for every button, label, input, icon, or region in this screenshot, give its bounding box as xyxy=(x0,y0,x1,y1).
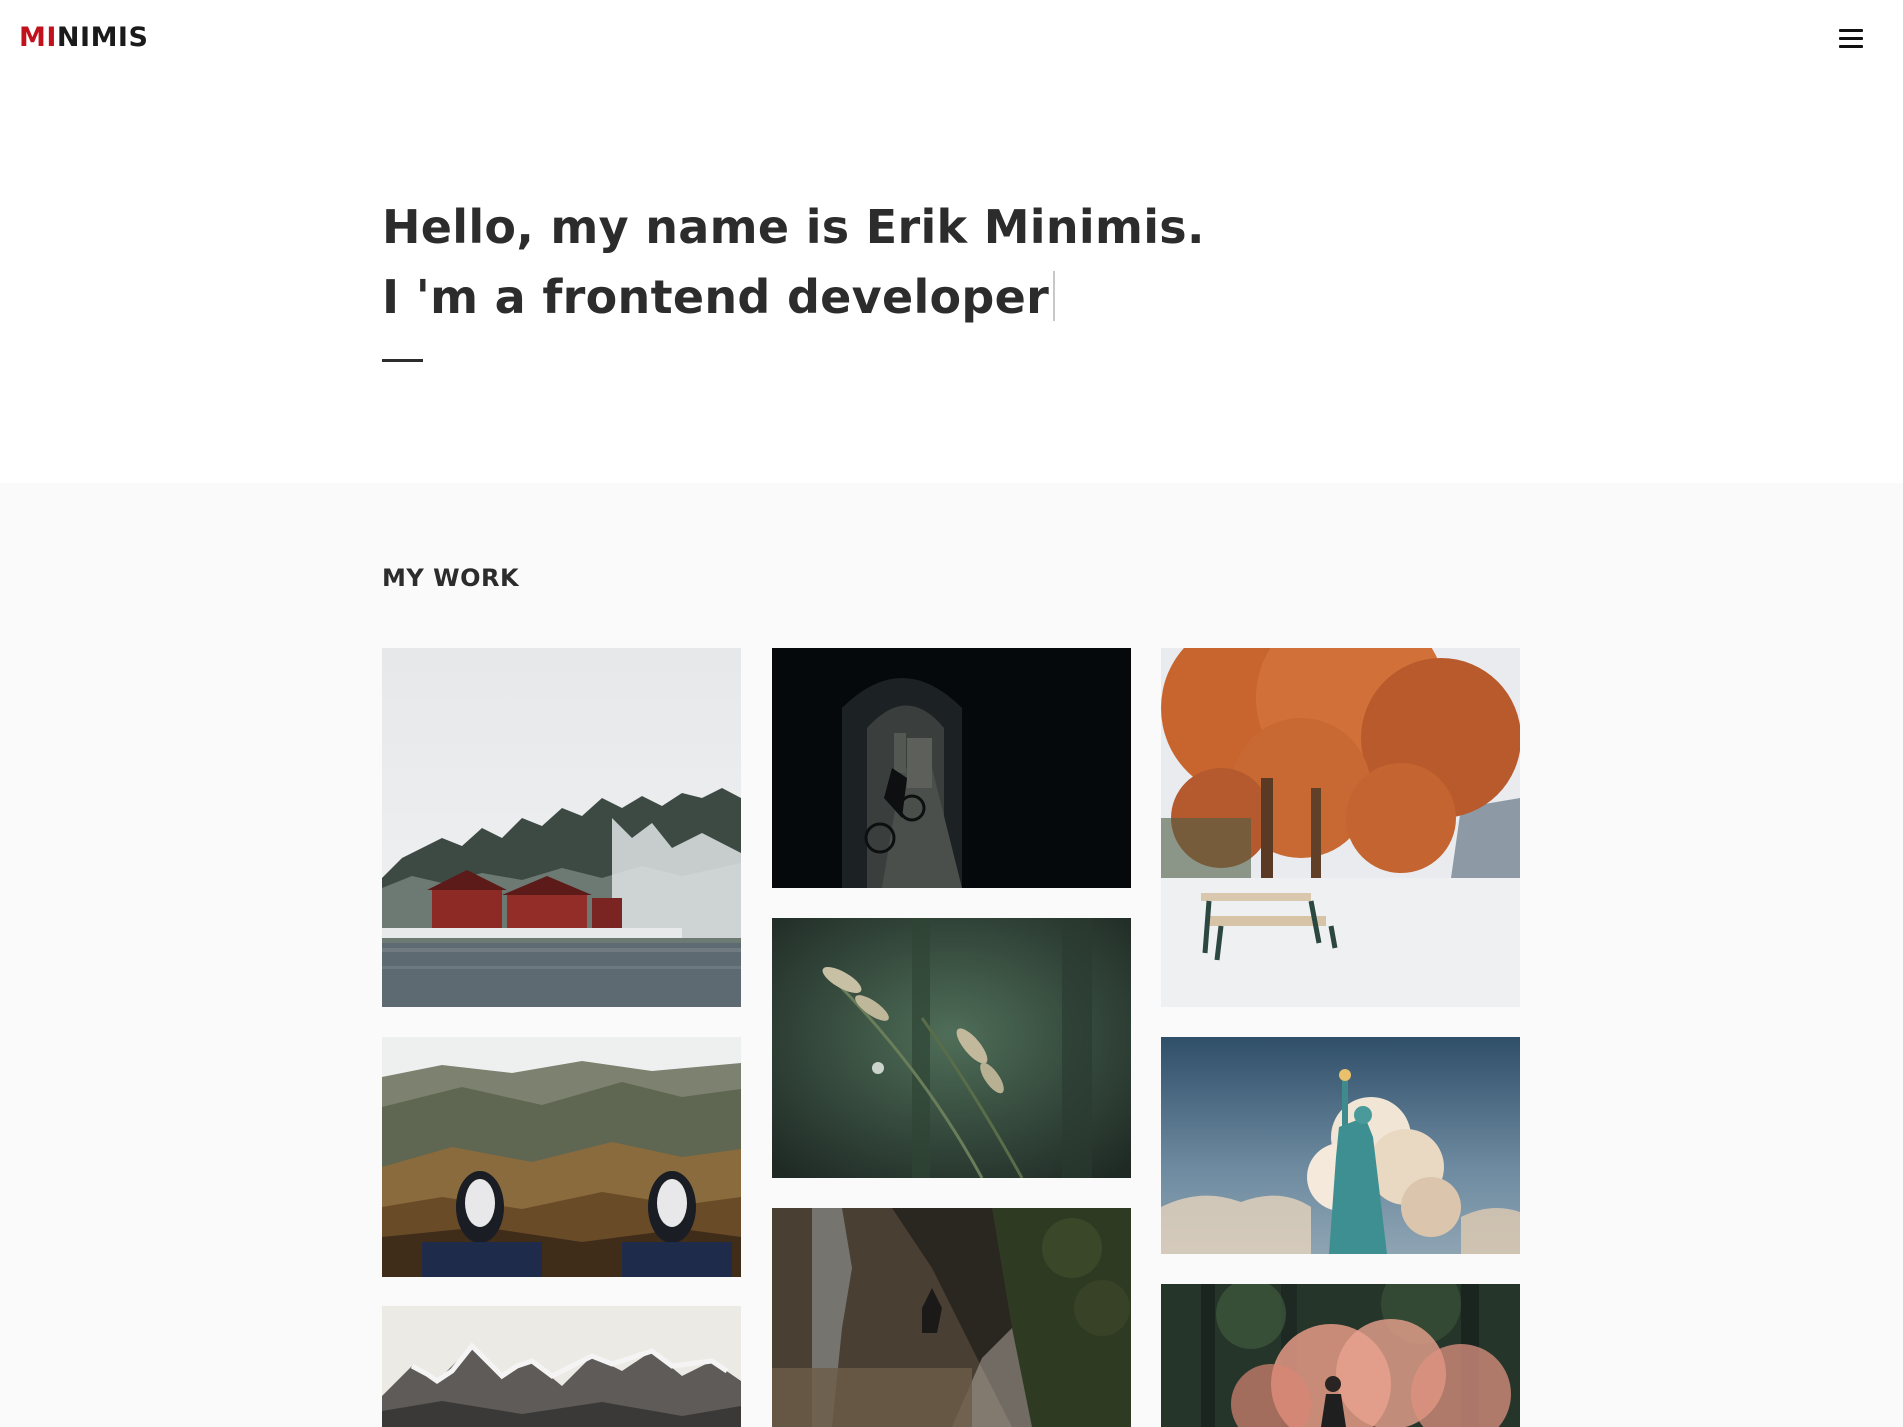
site-logo[interactable]: MINIMIS xyxy=(19,22,148,53)
menu-bar-bottom xyxy=(1839,45,1863,48)
autumn-tree-bench-photo xyxy=(1161,648,1520,1007)
portfolio-item-smoke-forest[interactable] xyxy=(1161,1284,1520,1427)
grass-dew-macro-photo xyxy=(772,918,1131,1178)
hero-divider xyxy=(382,359,423,362)
waterfall-rocks-photo xyxy=(772,1208,1131,1427)
portfolio-item-sneakers-valley[interactable] xyxy=(382,1037,741,1277)
dark-tunnel-cyclist-photo xyxy=(772,648,1131,888)
portfolio-item-autumn-tree[interactable] xyxy=(1161,648,1520,1007)
typing-cursor xyxy=(1053,271,1056,321)
mountain-range-photo xyxy=(382,1306,741,1427)
site-header: MINIMIS xyxy=(0,0,1903,80)
logo-text: NIMIS xyxy=(56,22,149,53)
portfolio-item-grass-dew[interactable] xyxy=(772,918,1131,1178)
statue-of-liberty-photo xyxy=(1161,1037,1520,1254)
work-heading: MY WORK xyxy=(382,564,520,592)
hamburger-menu-icon[interactable] xyxy=(1836,26,1866,52)
menu-bar-top xyxy=(1839,29,1863,32)
sneakers-over-valley-photo xyxy=(382,1037,741,1277)
hero-line-2-wrap: I 'm a frontend developer xyxy=(382,262,1205,332)
smoke-bomb-forest-photo xyxy=(1161,1284,1520,1427)
hero-line-2: I 'm a frontend developer xyxy=(382,270,1050,324)
portfolio-item-waterfall[interactable] xyxy=(772,1208,1131,1427)
work-section: MY WORK xyxy=(0,483,1903,1427)
hero-title: Hello, my name is Erik Minimis. I 'm a f… xyxy=(382,192,1205,332)
menu-bar-middle xyxy=(1839,37,1863,40)
portfolio-item-dark-tunnel[interactable] xyxy=(772,648,1131,888)
snowy-lakeside-village-photo xyxy=(382,648,741,1007)
hero-line-1: Hello, my name is Erik Minimis. xyxy=(382,200,1205,254)
logo-accent-text: MI xyxy=(19,22,57,53)
portfolio-item-mountains[interactable] xyxy=(382,1306,741,1427)
hero-section: Hello, my name is Erik Minimis. I 'm a f… xyxy=(0,80,1903,483)
portfolio-item-statue-liberty[interactable] xyxy=(1161,1037,1520,1254)
portfolio-item-snowy-village[interactable] xyxy=(382,648,741,1007)
